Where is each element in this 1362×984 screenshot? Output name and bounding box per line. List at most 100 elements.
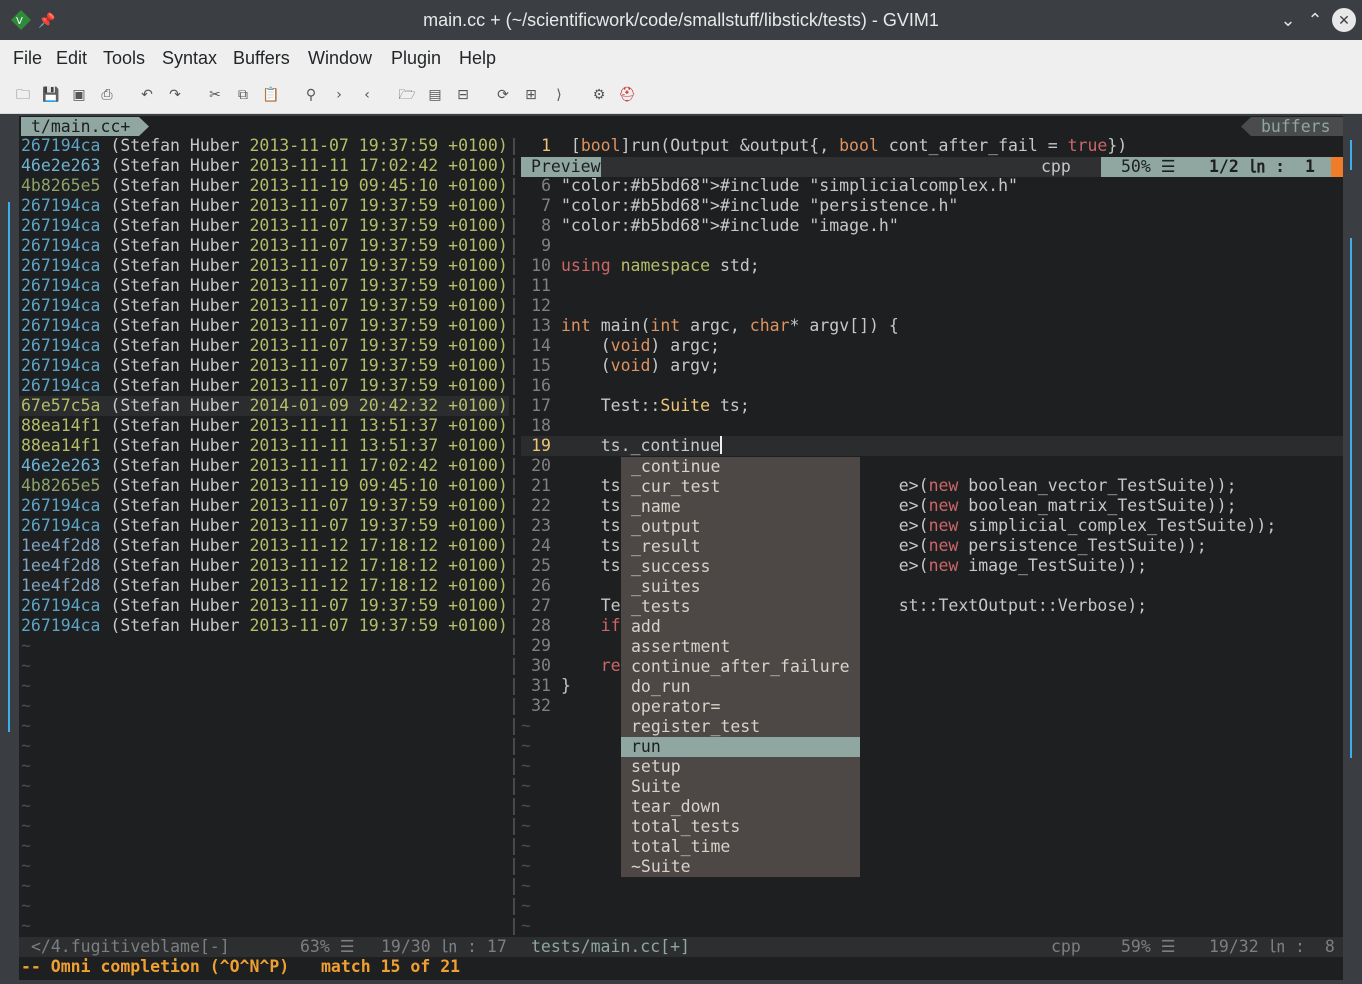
commit-hash[interactable]: 267194ca [21,216,100,235]
blame-line[interactable]: 267194ca (Stefan Huber 2013-11-07 19:37:… [21,596,508,616]
commit-hash[interactable]: 1ee4f2d8 [21,556,100,575]
run-script-icon[interactable]: ⊟ [454,86,472,104]
commit-hash[interactable]: 88ea14f1 [21,416,100,435]
commit-hash[interactable]: 267194ca [21,616,100,635]
commit-hash[interactable]: 267194ca [21,356,100,375]
commit-hash[interactable]: 46e2e263 [21,156,100,175]
code-line[interactable]: using namespace std; [561,256,760,276]
completion-item[interactable]: _suites [621,577,860,597]
completion-item[interactable]: continue_after_failure [621,657,860,677]
print-icon[interactable]: ⎙ [98,86,116,104]
copy-icon[interactable]: ⧉ [234,86,252,104]
code-line[interactable]: } [561,676,571,696]
redo-icon[interactable]: ↷ [166,86,184,104]
blame-line[interactable]: 267194ca (Stefan Huber 2013-11-07 19:37:… [21,216,508,236]
completion-item[interactable]: _cur_test [621,477,860,497]
vim-editor[interactable]: t/main.cc+ buffers 267194ca (Stefan Hube… [19,116,1343,980]
blame-line[interactable]: 267194ca (Stefan Huber 2013-11-07 19:37:… [21,316,508,336]
blame-line[interactable]: 267194ca (Stefan Huber 2013-11-07 19:37:… [21,136,508,156]
blame-line[interactable]: 267194ca (Stefan Huber 2013-11-07 19:37:… [21,516,508,536]
completion-item[interactable]: do_run [621,677,860,697]
tags-icon[interactable]: ⟩ [550,86,568,104]
completion-item[interactable]: Suite [621,777,860,797]
menu-syntax[interactable]: Syntax [162,40,217,76]
blame-line[interactable]: 46e2e263 (Stefan Huber 2013-11-11 17:02:… [21,456,508,476]
cut-icon[interactable]: ✂ [206,86,224,104]
code-line[interactable]: (void) argv; [561,356,720,376]
completion-item[interactable]: ~Suite [621,857,860,877]
find-icon[interactable]: ⚲ [302,86,320,104]
open-icon[interactable]: 🗀 [14,86,32,104]
commit-hash[interactable]: 267194ca [21,236,100,255]
completion-item[interactable]: _success [621,557,860,577]
save-session-icon[interactable]: ▤ [426,86,444,104]
blame-line[interactable]: 88ea14f1 (Stefan Huber 2013-11-11 13:51:… [21,416,508,436]
code-line[interactable]: "color:#b5bd68">#include "persistence.h" [561,196,958,216]
blame-line[interactable]: 267194ca (Stefan Huber 2013-11-07 19:37:… [21,376,508,396]
completion-item[interactable]: add [621,617,860,637]
help-icon[interactable]: ⚙ [590,86,608,104]
right-scrollbar[interactable] [1347,116,1355,980]
commit-hash[interactable]: 1ee4f2d8 [21,536,100,555]
commit-hash[interactable]: 267194ca [21,496,100,515]
find-prev-icon[interactable]: ‹ [358,86,376,104]
blame-line[interactable]: 4b8265e5 (Stefan Huber 2013-11-19 09:45:… [21,476,508,496]
commit-hash[interactable]: 88ea14f1 [21,436,100,455]
code-line[interactable]: "color:#b5bd68">#include "image.h" [561,216,899,236]
chevron-down-icon[interactable]: ⌄ [1276,8,1300,32]
commit-hash[interactable]: 267194ca [21,516,100,535]
completion-item[interactable]: _continue [621,457,860,477]
menu-buffers[interactable]: Buffers [233,40,290,76]
commit-hash[interactable]: 267194ca [21,136,100,155]
menu-plugin[interactable]: Plugin [391,40,441,76]
load-session-icon[interactable]: 🗁 [398,86,416,104]
blame-line[interactable]: 46e2e263 (Stefan Huber 2013-11-11 17:02:… [21,156,508,176]
commit-hash[interactable]: 4b8265e5 [21,476,100,495]
blame-line[interactable]: 267194ca (Stefan Huber 2013-11-07 19:37:… [21,616,508,636]
tab-main-cc[interactable]: t/main.cc+ [31,117,130,137]
code-line[interactable]: ts._continue [561,436,722,456]
blame-line[interactable]: 267194ca (Stefan Huber 2013-11-07 19:37:… [21,276,508,296]
find-next-icon[interactable]: › [330,86,348,104]
blame-line[interactable]: 267194ca (Stefan Huber 2013-11-07 19:37:… [21,296,508,316]
commit-hash[interactable]: 267194ca [21,596,100,615]
blame-line[interactable]: 1ee4f2d8 (Stefan Huber 2013-11-12 17:18:… [21,576,508,596]
commit-hash[interactable]: 46e2e263 [21,456,100,475]
commit-hash[interactable]: 267194ca [21,256,100,275]
save-all-icon[interactable]: ▣ [70,86,88,104]
commit-hash[interactable]: 267194ca [21,196,100,215]
paste-icon[interactable]: 📋 [262,86,280,104]
commit-hash[interactable]: 267194ca [21,316,100,335]
menu-edit[interactable]: Edit [56,40,87,76]
completion-item[interactable]: total_tests [621,817,860,837]
code-line[interactable]: "color:#b5bd68">#include "simplicialcomp… [561,176,1018,196]
completion-item[interactable]: _result [621,537,860,557]
code-line[interactable]: if [561,616,621,636]
commit-hash[interactable]: 267194ca [21,336,100,355]
blame-line[interactable]: 267194ca (Stefan Huber 2013-11-07 19:37:… [21,356,508,376]
completion-item[interactable]: _tests [621,597,860,617]
commit-hash[interactable]: 4b8265e5 [21,176,100,195]
completion-item[interactable]: operator= [621,697,860,717]
undo-icon[interactable]: ↶ [138,86,156,104]
blame-line[interactable]: 267194ca (Stefan Huber 2013-11-07 19:37:… [21,256,508,276]
commit-hash[interactable]: 1ee4f2d8 [21,576,100,595]
blame-line[interactable]: 67e57c5a (Stefan Huber 2014-01-09 20:42:… [21,396,508,416]
completion-item[interactable]: register_test [621,717,860,737]
menu-help[interactable]: Help [459,40,496,76]
completion-item[interactable]: _output [621,517,860,537]
buffers-label[interactable]: buffers [1261,117,1331,137]
blame-line[interactable]: 88ea14f1 (Stefan Huber 2013-11-11 13:51:… [21,436,508,456]
blame-line[interactable]: 267194ca (Stefan Huber 2013-11-07 19:37:… [21,236,508,256]
blame-line[interactable]: 1ee4f2d8 (Stefan Huber 2013-11-12 17:18:… [21,556,508,576]
close-icon[interactable]: ✕ [1332,8,1356,32]
blame-line[interactable]: 267194ca (Stefan Huber 2013-11-07 19:37:… [21,496,508,516]
completion-popup[interactable]: _continue _cur_test _name _output _result _su… [621,457,860,877]
completion-item[interactable]: assertment [621,637,860,657]
make-icon[interactable]: ⟳ [494,86,512,104]
completion-item[interactable]: total_time [621,837,860,857]
commit-hash[interactable]: 267194ca [21,296,100,315]
chevron-up-icon[interactable]: ⌃ [1303,8,1327,32]
code-line[interactable]: (void) argc; [561,336,720,356]
commit-hash[interactable]: 267194ca [21,376,100,395]
